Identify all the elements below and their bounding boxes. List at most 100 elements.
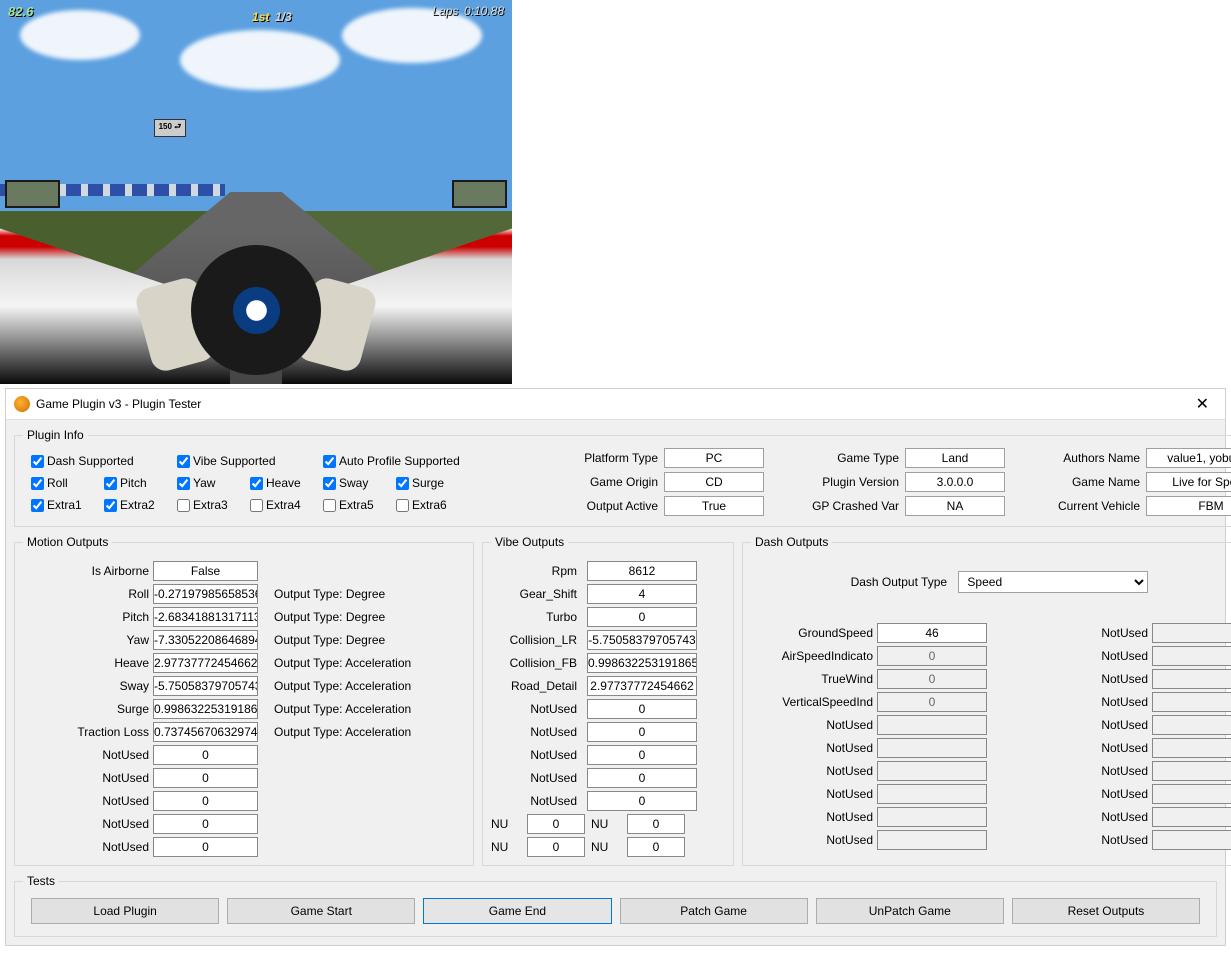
vibe-label: Turbo (491, 610, 581, 624)
check-vibe-supported[interactable]: Vibe Supported (177, 454, 323, 468)
game-origin-label: Game Origin (553, 475, 658, 489)
dash-field-label: NotUsed (1042, 695, 1152, 709)
game-start-button[interactable]: Game Start (227, 898, 415, 924)
patch-game-button[interactable]: Patch Game (620, 898, 808, 924)
motion-output-type: Output Type: Acceleration (268, 656, 465, 670)
check-sway[interactable]: Sway (323, 476, 396, 490)
game-type-value: Land (905, 448, 1005, 468)
vibe-label: NotUsed (491, 725, 581, 739)
vibe-nu-value[interactable]: 0 (627, 814, 685, 834)
motion-label: NotUsed (23, 748, 153, 762)
check-heave[interactable]: Heave (250, 476, 323, 490)
motion-value[interactable]: 0 (153, 814, 258, 834)
motion-value[interactable]: 2.97737772454662 (153, 653, 258, 673)
game-name-label: Game Name (1035, 475, 1140, 489)
vibe-label: Road_Detail (491, 679, 581, 693)
motion-value[interactable]: False (153, 561, 258, 581)
dash-field-value (1152, 784, 1231, 804)
motion-legend: Motion Outputs (23, 535, 112, 549)
dash-output-type-select[interactable]: Speed (958, 571, 1148, 593)
gp-crashed-label: GP Crashed Var (794, 499, 899, 513)
motion-output-type: Output Type: Acceleration (268, 679, 465, 693)
dash-legend: Dash Outputs (751, 535, 832, 549)
check-yaw[interactable]: Yaw (177, 476, 250, 490)
motion-value[interactable]: 0.998632253191865 (153, 699, 258, 719)
hud-time: Laps 0:10.88 (432, 4, 504, 18)
check-extra6[interactable]: Extra6 (396, 498, 469, 512)
vibe-nu-value[interactable]: 0 (527, 837, 585, 857)
vibe-value[interactable]: 0 (587, 768, 697, 788)
vibe-value[interactable]: 8612 (587, 561, 697, 581)
motion-value[interactable]: 0 (153, 768, 258, 788)
check-roll[interactable]: Roll (31, 476, 104, 490)
motion-value[interactable]: -0.271979856585364 (153, 584, 258, 604)
check-extra2[interactable]: Extra2 (104, 498, 177, 512)
tests-group: Tests Load Plugin Game Start Game End Patch… (14, 874, 1217, 937)
titlebar[interactable]: Game Plugin v3 - Plugin Tester ✕ (6, 389, 1225, 420)
motion-label: Traction Loss (23, 725, 153, 739)
check-auto-profile[interactable]: Auto Profile Supported (323, 454, 469, 468)
motion-value[interactable]: 0 (153, 791, 258, 811)
dash-outputs-group: Dash Outputs Dash Output Type Speed Grou… (742, 535, 1231, 866)
dash-field-label: NotUsed (1042, 718, 1152, 732)
vibe-nu-value[interactable]: 0 (627, 837, 685, 857)
vibe-value[interactable]: 0 (587, 745, 697, 765)
reset-outputs-button[interactable]: Reset Outputs (1012, 898, 1200, 924)
motion-label: NotUsed (23, 817, 153, 831)
vibe-value[interactable]: 0 (587, 791, 697, 811)
motion-label: Surge (23, 702, 153, 716)
vibe-value[interactable]: 0.998632253191865 (587, 653, 697, 673)
hud-position: 1st 1/3 (252, 4, 292, 27)
check-extra4[interactable]: Extra4 (250, 498, 323, 512)
vibe-value[interactable]: 2.97737772454662 (587, 676, 697, 696)
check-pitch[interactable]: Pitch (104, 476, 177, 490)
plugin-info-legend: Plugin Info (23, 428, 88, 442)
unpatch-game-button[interactable]: UnPatch Game (816, 898, 1004, 924)
dash-type-label: Dash Output Type (851, 575, 948, 589)
dash-field-label: AirSpeedIndicato (757, 649, 877, 663)
dash-field-value: 0 (877, 646, 987, 666)
plugin-version-value: 3.0.0.0 (905, 472, 1005, 492)
motion-label: NotUsed (23, 794, 153, 808)
vibe-label: NotUsed (491, 771, 581, 785)
check-extra3[interactable]: Extra3 (177, 498, 250, 512)
plugin-version-label: Plugin Version (794, 475, 899, 489)
motion-value[interactable]: 0 (153, 837, 258, 857)
motion-value[interactable]: 0 (153, 745, 258, 765)
motion-output-type: Output Type: Acceleration (268, 725, 465, 739)
vibe-value[interactable]: -5.75058379705743 (587, 630, 697, 650)
vibe-value[interactable]: 4 (587, 584, 697, 604)
motion-value[interactable]: -7.33052208646894 (153, 630, 258, 650)
plugin-tester-window: Game Plugin v3 - Plugin Tester ✕ Plugin … (5, 388, 1226, 946)
vibe-value[interactable]: 0 (587, 722, 697, 742)
dash-field-value (877, 784, 987, 804)
check-surge[interactable]: Surge (396, 476, 469, 490)
motion-value[interactable]: -5.75058379705743 (153, 676, 258, 696)
tests-legend: Tests (23, 874, 59, 888)
dash-field-label: NotUsed (1042, 672, 1152, 686)
motion-value[interactable]: 0.737456706329742 (153, 722, 258, 742)
dash-field-label: NotUsed (757, 764, 877, 778)
vibe-nu-value[interactable]: 0 (527, 814, 585, 834)
dash-field-value[interactable]: 46 (877, 623, 987, 643)
load-plugin-button[interactable]: Load Plugin (31, 898, 219, 924)
vibe-value[interactable]: 0 (587, 607, 697, 627)
dash-field-value (877, 761, 987, 781)
dash-field-value (877, 715, 987, 735)
motion-output-type: Output Type: Degree (268, 610, 465, 624)
dash-field-value (877, 830, 987, 850)
dash-field-label: NotUsed (1042, 833, 1152, 847)
motion-value[interactable]: -2.68341881317113 (153, 607, 258, 627)
dash-field-label: NotUsed (757, 718, 877, 732)
vibe-value[interactable]: 0 (587, 699, 697, 719)
dash-field-label: NotUsed (1042, 810, 1152, 824)
game-screenshot: 150 ⮐ 82.6 1st 1/3 Laps 0:10.88 (0, 0, 512, 384)
plugin-info-group: Plugin Info Dash Supported Vibe Supporte… (14, 428, 1231, 527)
check-extra1[interactable]: Extra1 (31, 498, 104, 512)
game-end-button[interactable]: Game End (423, 898, 611, 924)
current-vehicle-value: FBM (1146, 496, 1231, 516)
window-title: Game Plugin v3 - Plugin Tester (36, 397, 1188, 411)
close-icon[interactable]: ✕ (1188, 394, 1217, 414)
check-dash-supported[interactable]: Dash Supported (31, 454, 177, 468)
check-extra5[interactable]: Extra5 (323, 498, 396, 512)
